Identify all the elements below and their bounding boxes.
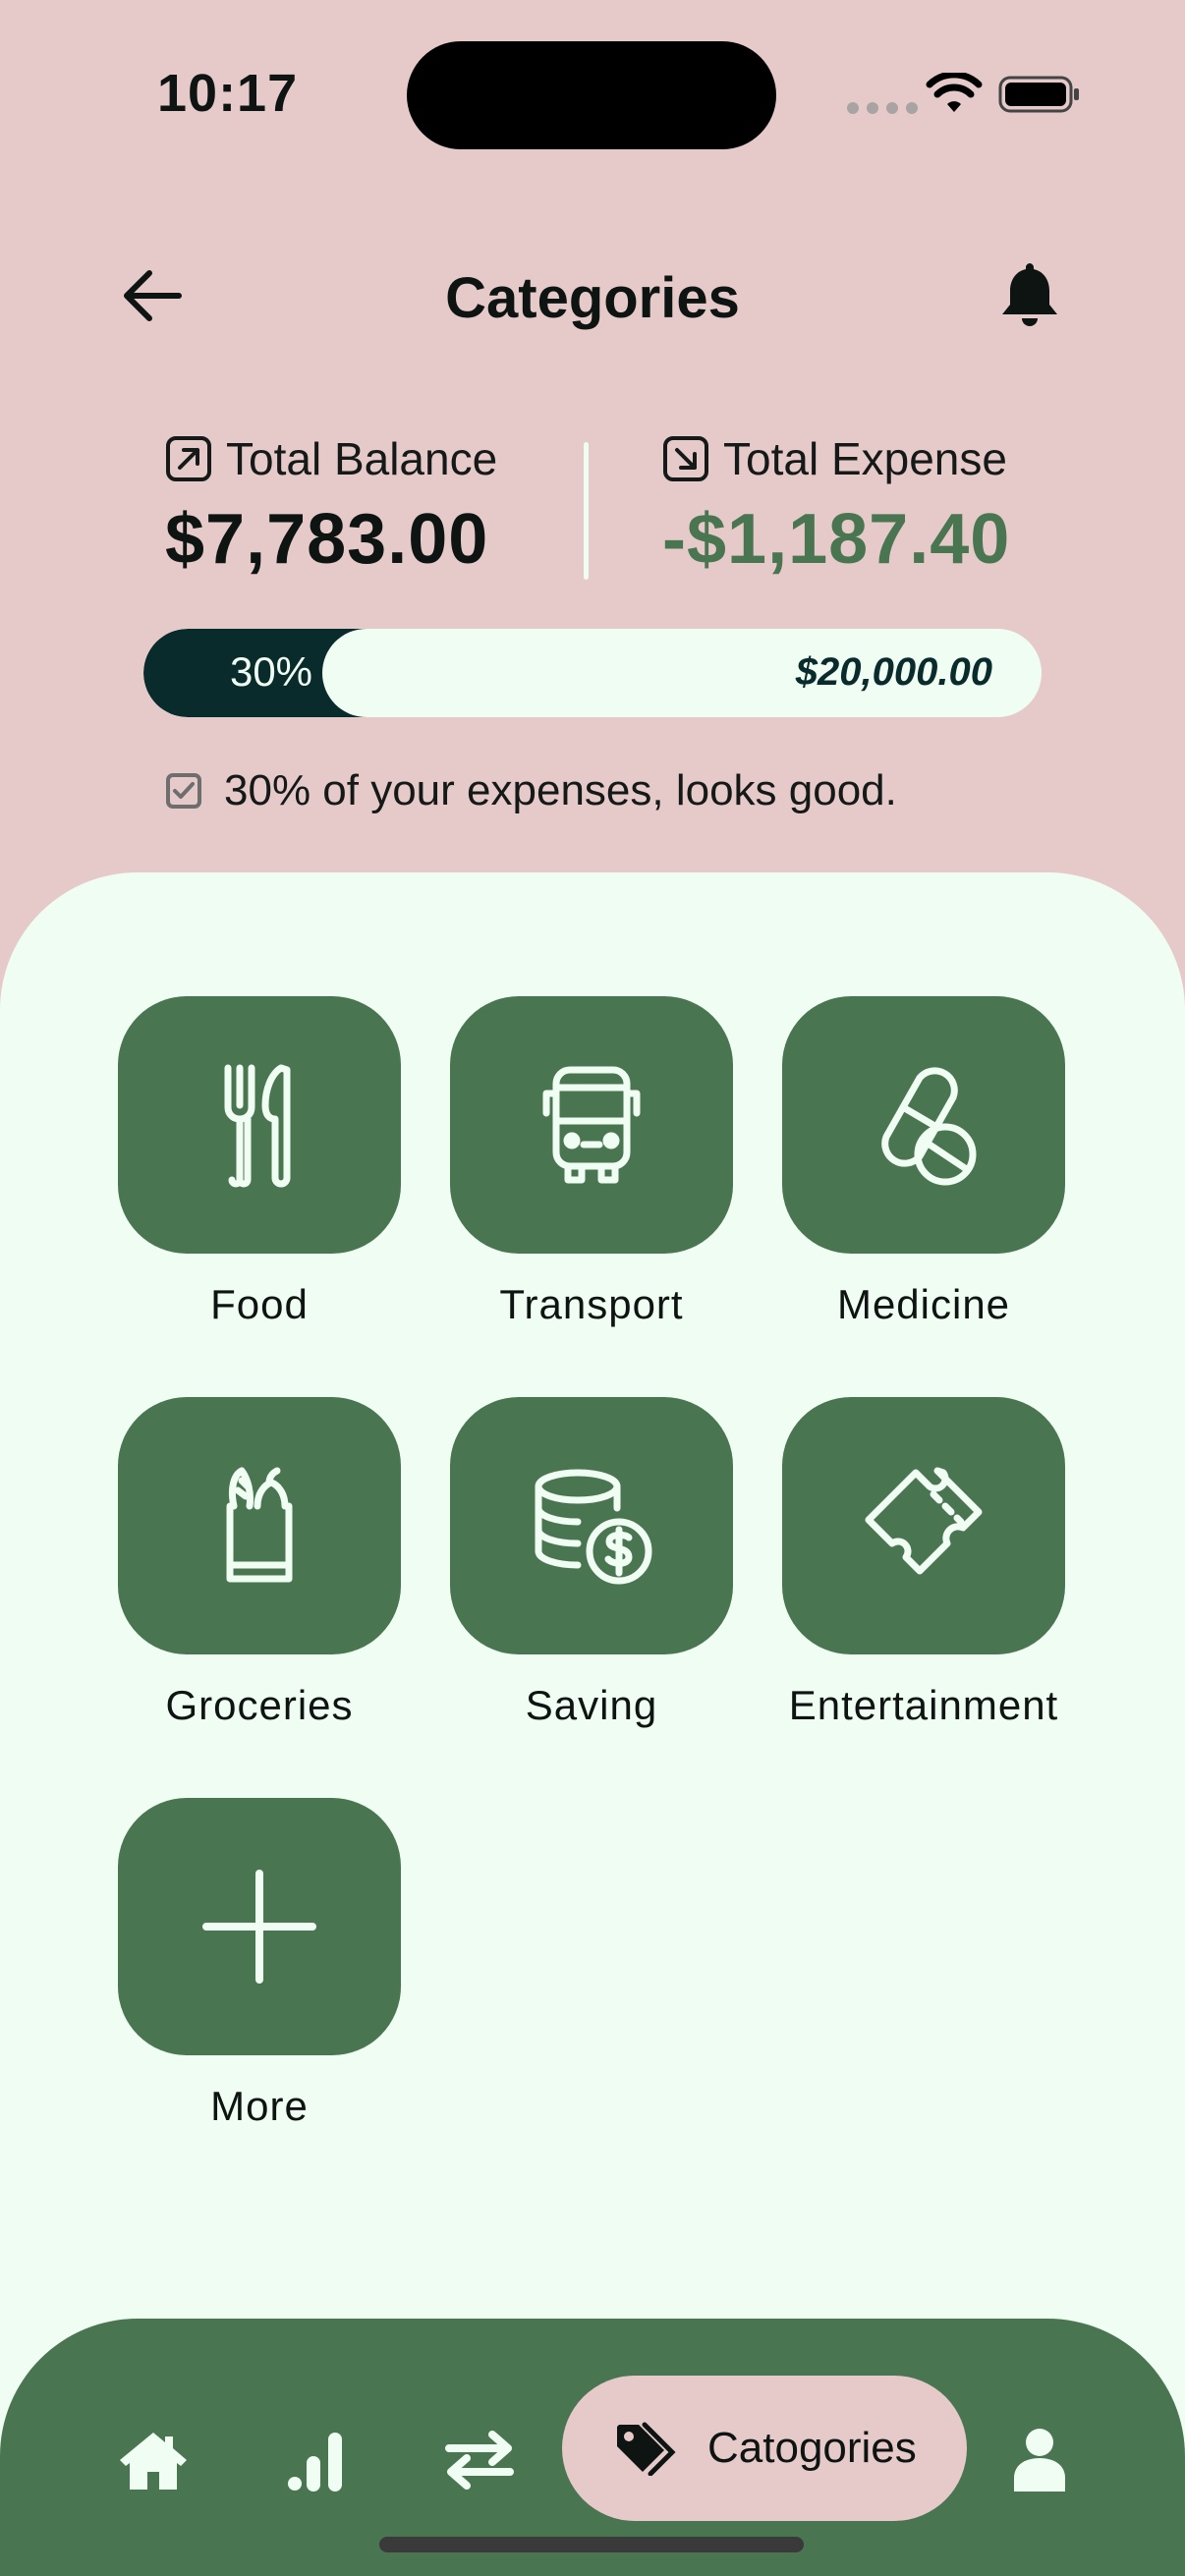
ticket-icon [865,1467,983,1575]
analysis-icon [288,2433,342,2492]
category-tile[interactable] [782,996,1065,1254]
utensils-icon [224,1064,291,1188]
category-label: Medicine [836,1281,1011,1327]
total-expense-value: -$1,187.40 [662,500,1011,579]
nav-analysis[interactable] [277,2421,356,2499]
progress-percent: 30% [229,648,313,695]
category-tile[interactable] [118,1397,401,1654]
divider [584,442,589,580]
total-expense: Total Expense -$1,187.40 [662,432,1010,580]
category-tile[interactable] [118,996,401,1254]
category-label: Entertainment [788,1682,1059,1728]
battery-icon [998,76,1079,113]
category-label: Groceries [165,1682,354,1728]
category-tile[interactable] [782,1397,1065,1654]
pill-icon [881,1067,977,1186]
expense-note-text: 30% of your expenses, looks good. [224,766,897,814]
home-indicator [379,2537,804,2552]
nav-categories-label: Catogories [707,2424,917,2472]
category-label: More [210,2083,309,2129]
status-time: 10:17 [157,64,299,123]
profile-icon [1014,2429,1065,2492]
total-balance-value: $7,783.00 [165,500,489,579]
total-balance: Total Balance $7,783.00 [165,432,497,580]
bell-icon[interactable] [998,259,1061,330]
dynamic-island [407,41,776,149]
transactions-icon [445,2431,514,2490]
category-tag-icon [617,2422,676,2476]
nav-profile[interactable] [1000,2421,1079,2499]
nav-home[interactable] [114,2421,193,2499]
category-label: Saving [525,1682,658,1728]
nav-categories[interactable]: Catogories [562,2376,967,2521]
grocery-bag-icon [226,1467,293,1583]
bus-icon [542,1066,641,1184]
category-tile[interactable] [450,996,733,1254]
category-medicine[interactable]: Medicine [782,996,1065,1328]
arrow-up-right-icon [166,436,211,481]
total-balance-label: Total Balance [226,433,498,484]
arrow-down-right-icon [663,436,708,481]
home-icon [120,2433,187,2490]
category-transport[interactable]: Transport [450,996,733,1328]
expense-note: 30% of your expenses, looks good. [165,766,897,815]
signal-icon [847,102,918,114]
total-expense-label: Total Expense [723,433,1007,484]
nav-transactions[interactable] [440,2421,519,2499]
status-bar: 10:17 [0,0,1185,187]
category-saving[interactable]: Saving [450,1397,733,1729]
category-groceries[interactable]: Groceries [118,1397,401,1729]
category-label: Food [210,1281,309,1327]
category-more[interactable]: More [118,1798,401,2130]
header: Categories [0,246,1185,354]
plus-icon [202,1870,316,1984]
category-label: Transport [499,1281,684,1327]
category-tile[interactable] [450,1397,733,1654]
progress-target: $20,000.00 [795,650,992,694]
expense-progress-bar: 30% $20,000.00 [143,629,1042,717]
category-food[interactable]: Food [118,996,401,1328]
category-tile[interactable] [118,1798,401,2055]
checkbox-checked-icon [166,773,201,809]
wifi-icon [926,73,983,112]
categories-grid: Food Transport Medicine Groceries Saving… [118,996,1067,2130]
coins-dollar-icon [535,1469,652,1585]
category-entertainment[interactable]: Entertainment [782,1397,1065,1729]
